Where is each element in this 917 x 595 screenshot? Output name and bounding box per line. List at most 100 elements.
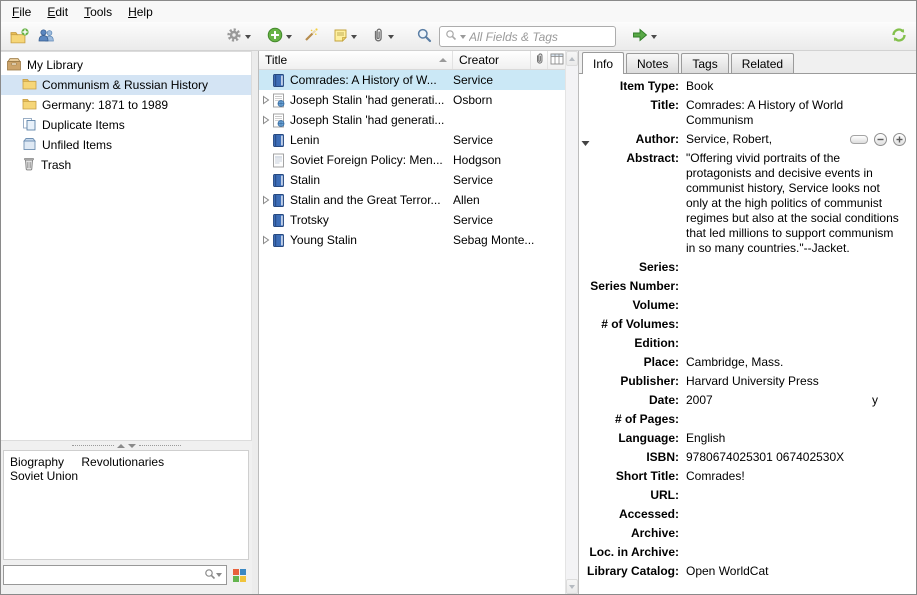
tag-selector-splitter[interactable] xyxy=(1,441,252,450)
column-header-creator[interactable]: Creator xyxy=(453,51,531,69)
menu-tools[interactable]: Tools xyxy=(76,2,120,22)
scroll-up-button[interactable] xyxy=(566,51,578,66)
add-author-button[interactable] xyxy=(893,133,906,146)
field-value[interactable]: English xyxy=(686,431,912,446)
actions-menu-button[interactable] xyxy=(223,25,254,48)
book-icon xyxy=(272,73,290,88)
item-row[interactable]: Joseph Stalin 'had generati... xyxy=(259,110,565,130)
field-value[interactable]: Comrades: A History of World Communism xyxy=(686,98,912,128)
expand-icon[interactable] xyxy=(259,195,272,205)
field-label: Item Type: xyxy=(579,79,686,94)
collapse-authors-icon[interactable] xyxy=(581,136,590,151)
tag-search-box[interactable] xyxy=(3,565,227,585)
tab-related[interactable]: Related xyxy=(731,53,794,73)
item-row[interactable]: Stalin and the Great Terror... Allen xyxy=(259,190,565,210)
collection-label: Trash xyxy=(41,158,71,172)
item-row[interactable]: Trotsky Service xyxy=(259,210,565,230)
collapse-down-icon xyxy=(128,444,136,448)
field-value[interactable]: "Offering vivid portraits of the protago… xyxy=(686,151,912,256)
menu-edit[interactable]: Edit xyxy=(39,2,76,22)
tab-notes[interactable]: Notes xyxy=(626,53,679,73)
field-value[interactable]: Service, Robert, xyxy=(686,132,912,147)
paperclip-icon xyxy=(371,27,385,46)
field-value[interactable]: 2007 y xyxy=(686,393,912,408)
field-value[interactable] xyxy=(686,317,912,332)
item-row[interactable]: Joseph Stalin 'had generati... Osborn xyxy=(259,90,565,110)
date-precision-hint: y xyxy=(872,393,902,408)
field-value[interactable] xyxy=(686,336,912,351)
field-label: Archive: xyxy=(579,526,686,541)
collection-germany-1871-1989[interactable]: Germany: 1871 to 1989 xyxy=(1,95,251,115)
field-value[interactable] xyxy=(686,260,912,275)
expand-icon[interactable] xyxy=(259,95,272,105)
group-people-icon xyxy=(38,28,55,46)
collection-my-library[interactable]: My Library xyxy=(1,55,251,75)
add-by-identifier-button[interactable] xyxy=(300,25,322,48)
author-name[interactable]: Service, Robert, xyxy=(686,132,772,147)
splitter-grippy xyxy=(72,445,114,446)
field-value[interactable] xyxy=(686,545,912,560)
locate-button[interactable] xyxy=(629,25,660,48)
field-value[interactable]: Cambridge, Mass. xyxy=(686,355,912,370)
tab-tags[interactable]: Tags xyxy=(681,53,728,73)
field-value[interactable] xyxy=(686,526,912,541)
new-item-button[interactable] xyxy=(264,25,295,48)
expand-icon[interactable] xyxy=(259,115,272,125)
date-value[interactable]: 2007 xyxy=(686,393,713,408)
column-header-title[interactable]: Title xyxy=(259,51,453,69)
remove-author-button[interactable] xyxy=(874,133,887,146)
column-creator-label: Creator xyxy=(459,53,499,67)
scrollbar-track[interactable] xyxy=(566,66,578,579)
scroll-down-button[interactable] xyxy=(566,579,578,594)
advanced-search-button[interactable] xyxy=(413,25,435,48)
new-group-button[interactable] xyxy=(35,25,58,48)
book-icon xyxy=(272,213,290,228)
tab-info[interactable]: Info xyxy=(582,52,624,74)
sync-icon xyxy=(890,26,908,47)
item-row[interactable]: Lenin Service xyxy=(259,130,565,150)
collection-trash[interactable]: Trash xyxy=(1,155,251,175)
item-creator: Allen xyxy=(453,193,553,207)
field-value[interactable] xyxy=(686,298,912,313)
quick-search-input[interactable] xyxy=(469,30,624,44)
add-attachment-button[interactable] xyxy=(368,25,397,48)
tag-colors-button[interactable] xyxy=(231,567,248,584)
tag-search-input[interactable] xyxy=(8,568,204,582)
tag-item[interactable]: Revolutionaries xyxy=(81,455,164,469)
column-header-attachment[interactable] xyxy=(531,51,548,69)
collection-unfiled-items[interactable]: Unfiled Items xyxy=(1,135,251,155)
collection-duplicate-items[interactable]: Duplicate Items xyxy=(1,115,251,135)
menu-file[interactable]: File xyxy=(4,2,39,22)
field-value[interactable] xyxy=(686,488,912,503)
quick-search-box[interactable] xyxy=(439,26,616,47)
field-value[interactable]: Comrades! xyxy=(686,469,912,484)
item-title: Joseph Stalin 'had generati... xyxy=(290,93,453,107)
field-value[interactable] xyxy=(686,279,912,294)
item-row[interactable]: Young Stalin Sebag Monte... xyxy=(259,230,565,250)
field-value[interactable]: 9780674025301 067402530X xyxy=(686,450,912,465)
library-icon xyxy=(6,57,22,74)
field-value[interactable] xyxy=(686,412,912,427)
menu-help[interactable]: Help xyxy=(120,2,161,22)
expand-icon[interactable] xyxy=(259,235,272,245)
field-label: # of Pages: xyxy=(579,412,686,427)
zotero-window: File Edit Tools Help xyxy=(0,0,917,595)
field-value[interactable] xyxy=(686,507,912,522)
items-scrollbar[interactable] xyxy=(565,51,578,594)
main-area: My Library Communism & Russian History G… xyxy=(1,51,916,594)
field-value[interactable]: Open WorldCat xyxy=(686,564,912,579)
item-row[interactable]: Stalin Service xyxy=(259,170,565,190)
field-value[interactable]: Book xyxy=(686,79,912,94)
tag-item[interactable]: Biography xyxy=(10,455,64,469)
item-row[interactable]: Soviet Foreign Policy: Men... Hodgson xyxy=(259,150,565,170)
column-picker-button[interactable] xyxy=(548,51,565,69)
new-note-button[interactable] xyxy=(330,25,360,48)
new-collection-button[interactable] xyxy=(7,25,29,48)
tag-item[interactable]: Soviet Union xyxy=(10,469,78,483)
chevron-down-icon xyxy=(388,35,394,39)
switch-field-mode-button[interactable] xyxy=(850,135,868,144)
sync-button[interactable] xyxy=(887,25,911,48)
collection-communism-russian-history[interactable]: Communism & Russian History xyxy=(1,75,251,95)
item-row[interactable]: Comrades: A History of W... Service xyxy=(259,70,565,90)
field-value[interactable]: Harvard University Press xyxy=(686,374,912,389)
